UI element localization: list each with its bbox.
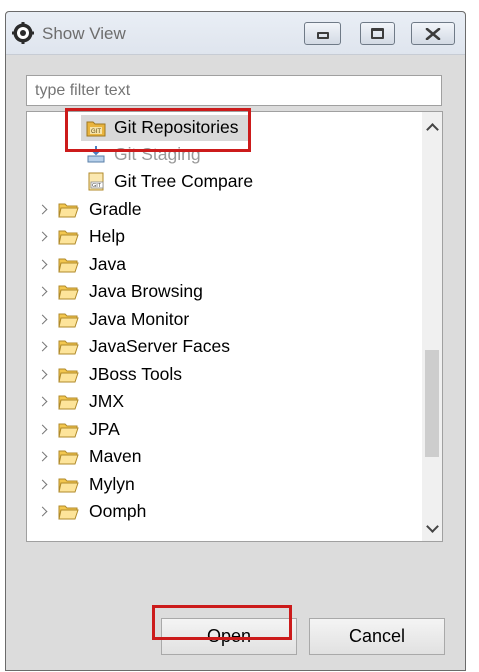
folder-icon — [58, 230, 79, 245]
expand-chevron-icon[interactable] — [37, 443, 49, 470]
scrollbar-thumb[interactable] — [425, 350, 439, 457]
tree-item-label: Java — [89, 254, 126, 274]
tree-item-jpa[interactable]: JPA — [27, 416, 422, 443]
tree-item-java-browsing[interactable]: Java Browsing — [27, 278, 422, 305]
tree-item-help[interactable]: Help — [27, 223, 422, 250]
tree-item-label: JPA — [89, 419, 120, 439]
scroll-down-icon[interactable] — [422, 517, 442, 539]
close-button[interactable] — [411, 22, 455, 45]
annotation-highlight-open-button — [152, 605, 292, 640]
expand-chevron-icon[interactable] — [37, 278, 49, 305]
expand-chevron-icon[interactable] — [37, 251, 49, 278]
git-tree-compare-icon: GIT — [88, 172, 104, 191]
expand-chevron-icon[interactable] — [37, 196, 49, 223]
folder-icon — [58, 368, 79, 383]
folder-icon — [58, 313, 79, 328]
tree-item-java-monitor[interactable]: Java Monitor — [27, 306, 422, 333]
folder-icon — [58, 423, 79, 438]
tree-item-label: Git Tree Compare — [114, 171, 254, 191]
tree-item-label: JBoss Tools — [89, 364, 183, 384]
folder-icon — [58, 478, 79, 493]
maximize-icon — [371, 28, 384, 39]
tree-item-label: Mylyn — [89, 474, 135, 494]
expand-chevron-icon[interactable] — [37, 361, 49, 388]
expand-chevron-icon[interactable] — [37, 223, 49, 250]
folder-icon — [58, 258, 79, 273]
folder-icon — [58, 285, 79, 300]
folder-icon — [58, 450, 79, 465]
tree-item-label: Help — [89, 226, 125, 246]
tree-item-jmx[interactable]: JMX — [27, 388, 422, 415]
minimize-icon — [316, 32, 329, 39]
folder-icon — [58, 395, 79, 410]
tree-item-label: JavaServer Faces — [89, 336, 231, 356]
maximize-button[interactable] — [360, 22, 395, 45]
expand-chevron-icon[interactable] — [37, 388, 49, 415]
svg-text:GIT: GIT — [92, 183, 102, 189]
tree-item-oomph[interactable]: Oomph — [27, 498, 422, 525]
title-bar[interactable]: Show View — [6, 12, 465, 55]
expand-chevron-icon[interactable] — [37, 306, 49, 333]
tree-item-maven[interactable]: Maven — [27, 443, 422, 470]
tree-item-label: Maven — [89, 446, 142, 466]
eclipse-gear-icon — [12, 22, 34, 44]
scroll-up-icon[interactable] — [422, 116, 442, 138]
tree-item-label: Java Monitor — [89, 309, 190, 329]
tree-item-gradle[interactable]: Gradle — [27, 196, 422, 223]
minimize-button[interactable] — [304, 22, 341, 45]
folder-icon — [58, 203, 79, 218]
close-icon — [425, 27, 441, 40]
dialog-title: Show View — [42, 24, 126, 43]
tree-item-jboss-tools[interactable]: JBoss Tools — [27, 361, 422, 388]
tree-item-label: Oomph — [89, 501, 147, 521]
tree-item-label: JMX — [89, 391, 124, 411]
expand-chevron-icon[interactable] — [37, 416, 49, 443]
tree-item-label: Gradle — [89, 199, 142, 219]
tree-item-git-tree-compare[interactable]: GIT Git Tree Compare — [27, 168, 422, 195]
expand-chevron-icon[interactable] — [37, 333, 49, 360]
tree-item-label: Java Browsing — [89, 281, 203, 301]
tree-item-java[interactable]: Java — [27, 251, 422, 278]
vertical-scrollbar[interactable] — [422, 112, 442, 541]
tree-item-mylyn[interactable]: Mylyn — [27, 471, 422, 498]
view-tree[interactable]: GIT Git Repositories Git Staging GIT Git… — [26, 111, 443, 542]
tree-item-javaserver-faces[interactable]: JavaServer Faces — [27, 333, 422, 360]
filter-input[interactable] — [26, 75, 442, 106]
expand-chevron-icon[interactable] — [37, 471, 49, 498]
expand-chevron-icon[interactable] — [37, 498, 49, 525]
folder-icon — [58, 505, 79, 520]
folder-icon — [58, 340, 79, 355]
cancel-button[interactable]: Cancel — [309, 618, 445, 655]
annotation-highlight-git-repositories — [65, 108, 251, 152]
